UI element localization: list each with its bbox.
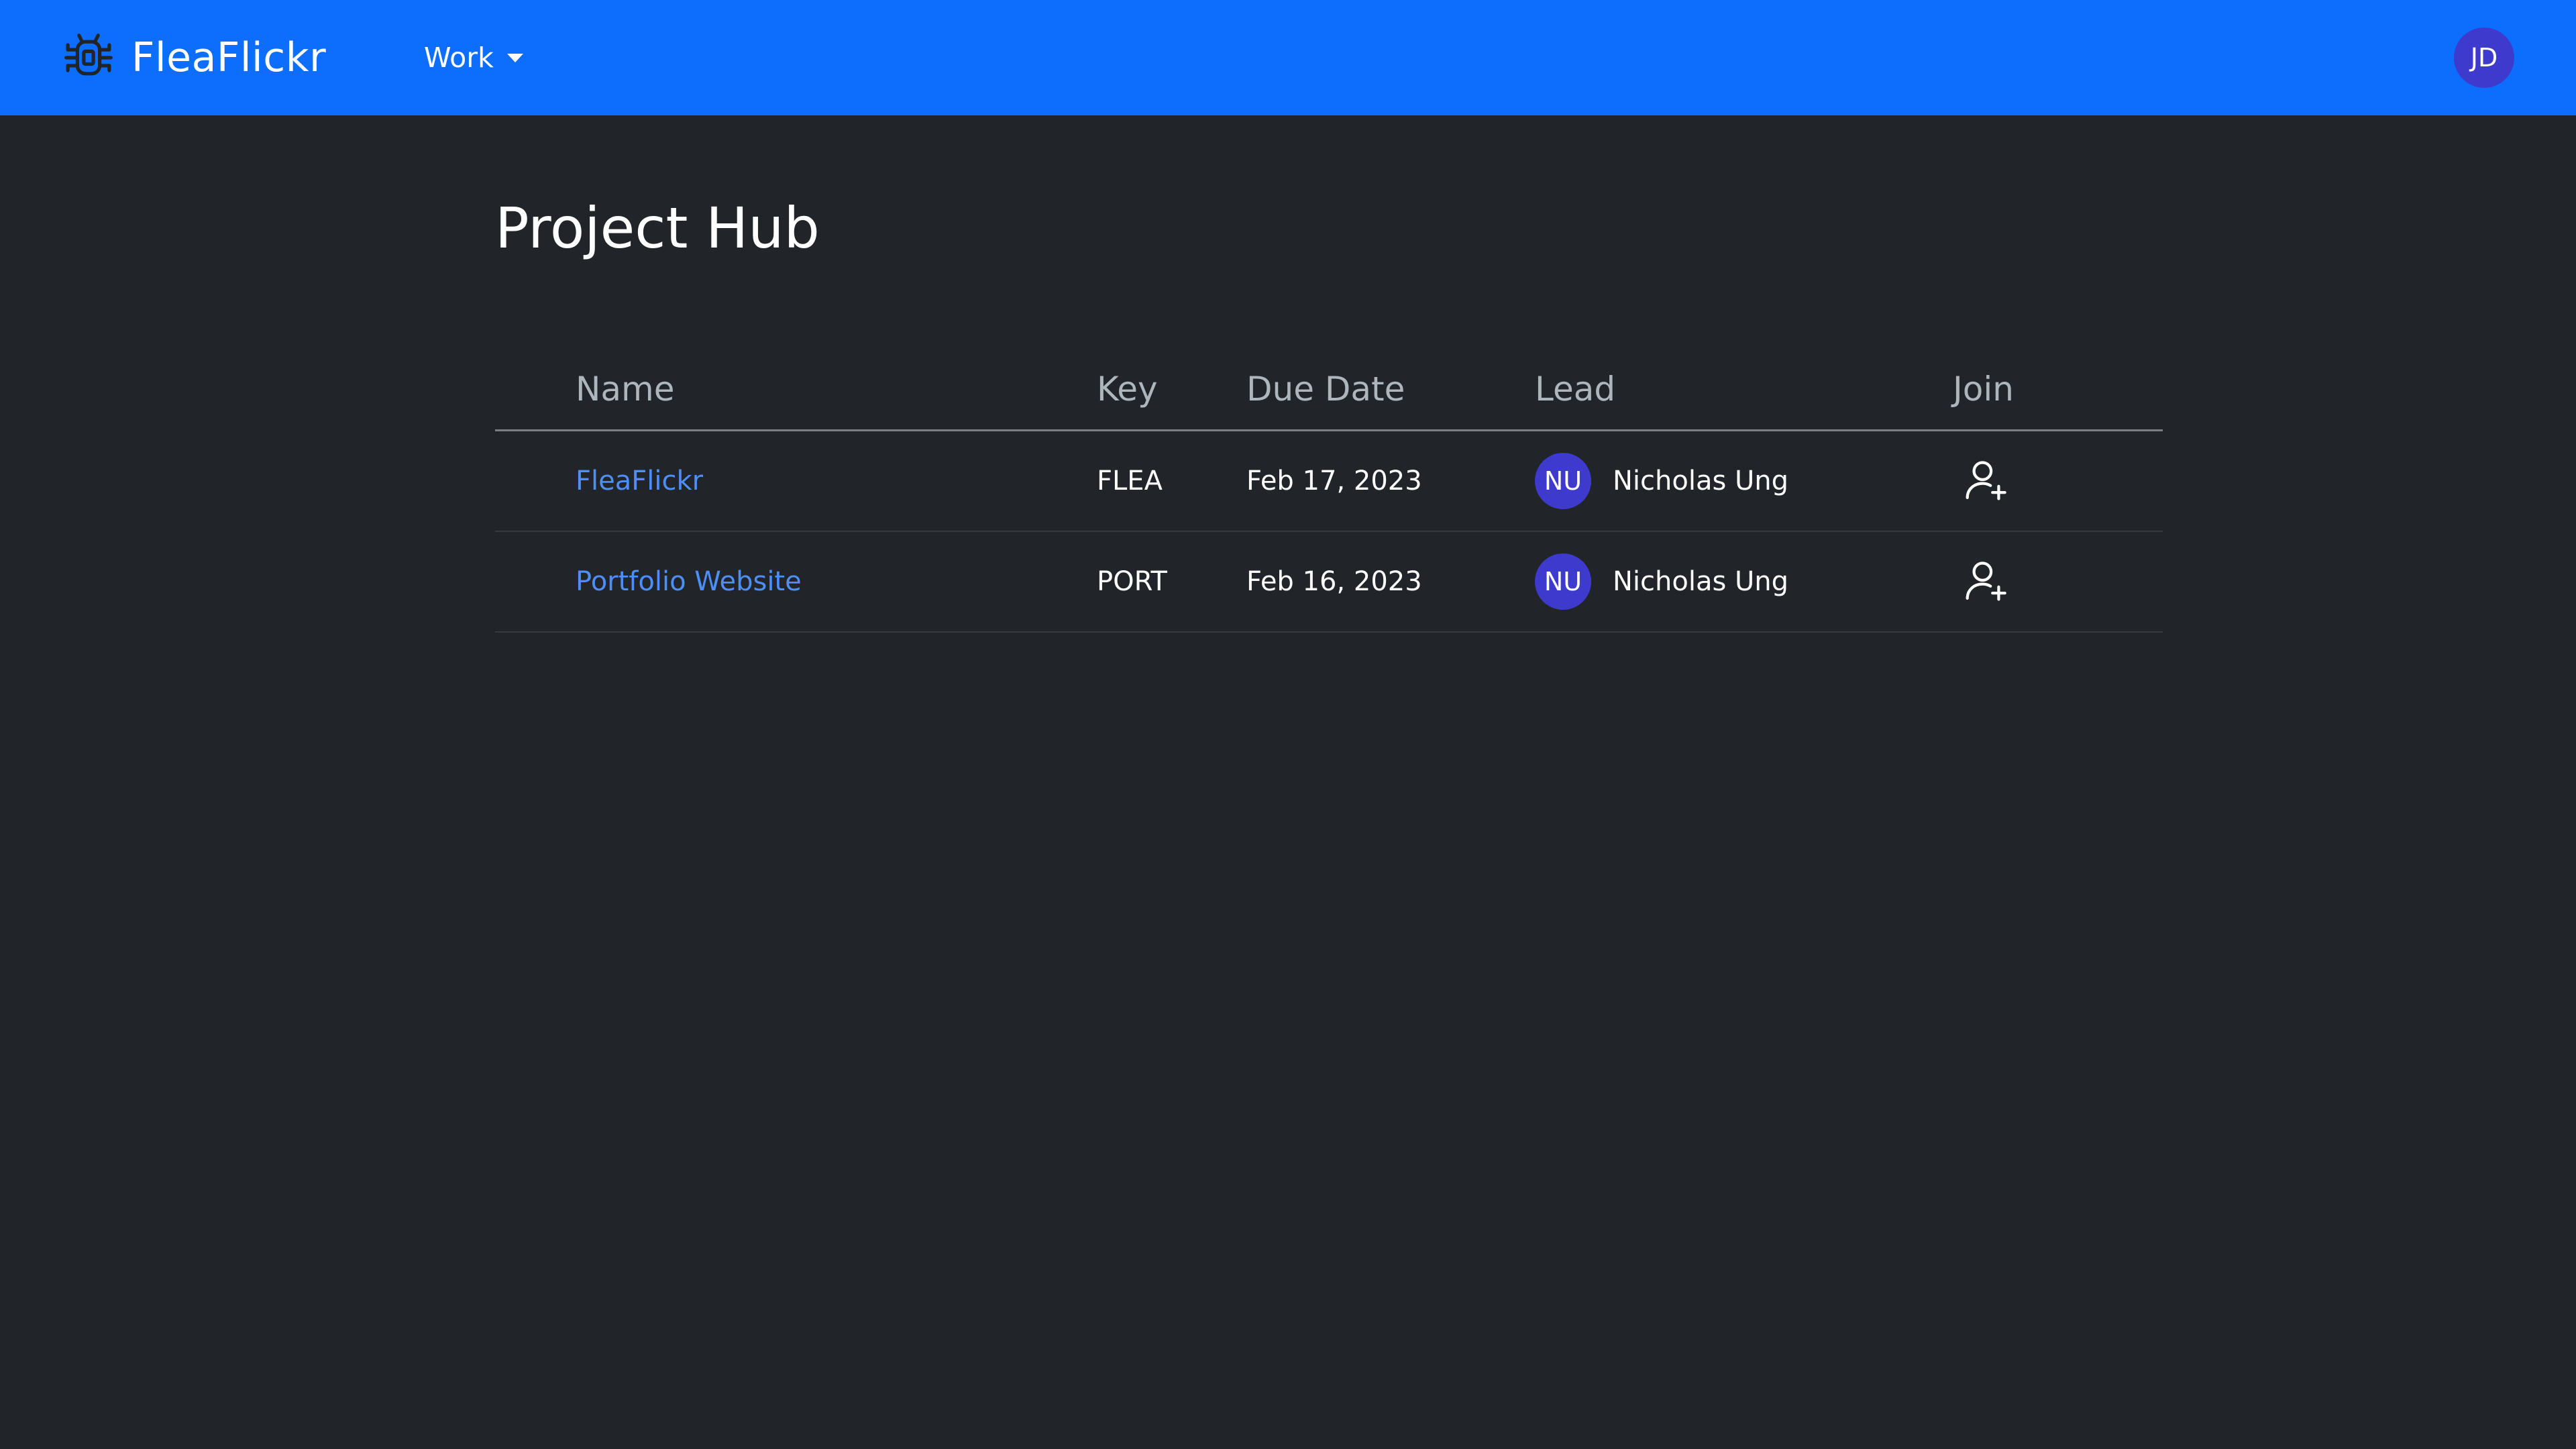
lead-name: Nicholas Ung (1613, 466, 1789, 496)
project-lead-cell: NU Nicholas Ung (1535, 531, 1953, 633)
project-key: FLEA (1097, 430, 1246, 532)
project-link[interactable]: Portfolio Website (576, 566, 802, 597)
person-add-icon (1966, 461, 2006, 500)
lead-info: NU Nicholas Ung (1535, 553, 1953, 610)
table-row: FleaFlickr FLEA Feb 17, 2023 NU Nicholas… (495, 430, 2163, 532)
work-dropdown-label: Work (424, 41, 494, 74)
column-header-lead: Lead (1535, 349, 1953, 431)
project-name-cell: Portfolio Website (495, 531, 1097, 633)
project-name-cell: FleaFlickr (495, 430, 1097, 532)
column-header-name: Name (495, 349, 1097, 431)
join-project-button[interactable] (1960, 453, 2013, 506)
user-avatar[interactable]: JD (2454, 28, 2514, 88)
brand-link[interactable]: FleaFlickr (63, 32, 326, 83)
projects-table: Name Key Due Date Lead Join FleaFlickr F… (495, 349, 2163, 633)
project-key: PORT (1097, 531, 1246, 633)
project-lead-cell: NU Nicholas Ung (1535, 430, 1953, 532)
bug-icon (64, 34, 113, 76)
lead-name: Nicholas Ung (1613, 566, 1789, 597)
person-add-icon (1966, 561, 2006, 601)
lead-info: NU Nicholas Ung (1535, 453, 1953, 509)
project-due-date: Feb 16, 2023 (1246, 531, 1535, 633)
column-header-due-date: Due Date (1246, 349, 1535, 431)
project-due-date: Feb 17, 2023 (1246, 430, 1535, 532)
table-header-row: Name Key Due Date Lead Join (495, 349, 2163, 431)
lead-avatar: NU (1535, 453, 1591, 509)
table-row: Portfolio Website PORT Feb 16, 2023 NU N… (495, 531, 2163, 633)
work-dropdown[interactable]: Work (424, 38, 523, 78)
join-project-button[interactable] (1960, 553, 2013, 607)
column-header-join: Join (1953, 349, 2163, 431)
page-title: Project Hub (495, 195, 820, 261)
top-navbar: FleaFlickr Work JD (0, 0, 2576, 115)
project-link[interactable]: FleaFlickr (576, 466, 703, 496)
brand-name: FleaFlickr (131, 34, 327, 81)
lead-avatar: NU (1535, 553, 1591, 610)
caret-down-icon (506, 53, 523, 62)
column-header-key: Key (1097, 349, 1246, 431)
join-cell (1953, 531, 2163, 633)
join-cell (1953, 430, 2163, 532)
